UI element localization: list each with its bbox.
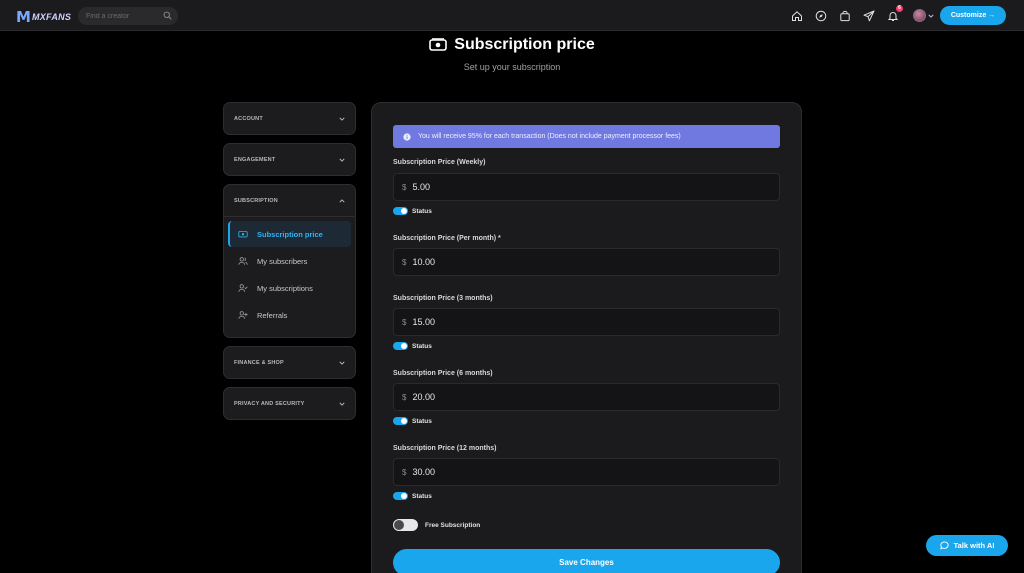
chevron-down-icon xyxy=(339,117,345,121)
three-month-status-row: Status xyxy=(393,342,432,350)
user-menu[interactable] xyxy=(913,9,934,22)
twelve-month-price-label: Subscription Price (12 months) xyxy=(393,445,497,452)
sidebar-section-header[interactable]: SUBSCRIPTION xyxy=(224,185,355,216)
search-input[interactable] xyxy=(86,12,156,20)
chevron-up-icon xyxy=(339,198,345,202)
six-month-status-toggle[interactable] xyxy=(393,417,408,425)
status-label: Status xyxy=(412,342,432,350)
users-icon xyxy=(238,257,248,265)
bag-icon[interactable] xyxy=(837,8,852,23)
price-value: 5.00 xyxy=(412,182,430,192)
subscription-price-card: You will receive 95% for each transactio… xyxy=(371,102,802,573)
sidebar-section-header[interactable]: ACCOUNT xyxy=(224,103,355,134)
currency-symbol: $ xyxy=(402,392,407,402)
talk-with-ai-label: Talk with AI xyxy=(953,541,995,550)
nav-icons: 6 xyxy=(789,0,934,31)
sidebar-section-subscription: SUBSCRIPTION Subscription price My subsc… xyxy=(223,184,356,338)
chevron-down-icon xyxy=(339,158,345,162)
sidebar-subscription-items: Subscription price My subscribers My sub… xyxy=(224,216,355,337)
weekly-status-toggle[interactable] xyxy=(393,207,408,215)
bell-icon[interactable]: 6 xyxy=(885,5,903,23)
logo-mark: M xyxy=(16,8,31,26)
currency-symbol: $ xyxy=(402,182,407,192)
page-subtitle: Set up your subscription xyxy=(463,62,561,72)
price-value: 10.00 xyxy=(412,257,435,267)
chevron-down-icon xyxy=(339,361,345,365)
sidebar-item-label: Subscription price xyxy=(257,229,323,239)
sidebar-section-finance-shop: FINANCE & SHOP xyxy=(223,346,356,379)
customize-button[interactable]: Customize → xyxy=(940,6,1006,25)
monthly-price-label: Subscription Price (Per month) * xyxy=(393,235,501,242)
sidebar-section-label: ACCOUNT xyxy=(234,115,263,122)
sidebar-section-label: FINANCE & SHOP xyxy=(234,359,284,366)
avatar[interactable] xyxy=(913,9,926,22)
monthly-price-input[interactable]: $ 10.00 xyxy=(393,248,780,276)
home-icon[interactable] xyxy=(789,8,804,23)
notification-badge: 6 xyxy=(896,5,903,12)
free-subscription-label: Free Subscription xyxy=(425,521,481,529)
price-value: 15.00 xyxy=(412,317,435,327)
status-label: Status xyxy=(412,492,432,500)
weekly-status-row: Status xyxy=(393,207,432,215)
compass-icon[interactable] xyxy=(813,8,828,23)
status-label: Status xyxy=(412,207,432,215)
sidebar-section-label: PRIVACY AND SECURITY xyxy=(234,400,305,407)
free-subscription-toggle[interactable] xyxy=(393,519,418,531)
user-check-icon xyxy=(238,284,248,292)
page-header: Subscription price Set up your subscript… xyxy=(0,36,1024,72)
status-label: Status xyxy=(412,417,432,425)
three-month-price-label: Subscription Price (3 months) xyxy=(393,295,493,302)
page-title: Subscription price xyxy=(454,36,595,53)
six-month-status-row: Status xyxy=(393,417,432,425)
free-subscription-row: Free Subscription xyxy=(393,519,480,531)
sidebar-section-label: ENGAGEMENT xyxy=(234,156,276,163)
talk-with-ai-button[interactable]: Talk with AI xyxy=(926,535,1008,556)
sidebar-section-engagement: ENGAGEMENT xyxy=(223,143,356,176)
sidebar-item-my-subscribers[interactable]: My subscribers xyxy=(228,248,351,274)
sidebar-section-label: SUBSCRIPTION xyxy=(234,197,278,204)
send-icon[interactable] xyxy=(861,8,876,23)
sidebar-section-privacy-security: PRIVACY AND SECURITY xyxy=(223,387,356,420)
chat-bubble-icon xyxy=(939,541,949,550)
price-value: 30.00 xyxy=(412,467,435,477)
twelve-month-status-toggle[interactable] xyxy=(393,492,408,500)
sidebar-item-my-subscriptions[interactable]: My subscriptions xyxy=(228,275,351,301)
info-icon xyxy=(403,132,411,141)
sidebar-item-subscription-price[interactable]: Subscription price xyxy=(228,221,351,247)
info-banner: You will receive 95% for each transactio… xyxy=(393,125,780,148)
info-text: You will receive 95% for each transactio… xyxy=(418,133,681,140)
logo-text: MXFANS xyxy=(31,12,72,22)
sidebar-item-label: My subscribers xyxy=(257,256,308,266)
sidebar-section-header[interactable]: PRIVACY AND SECURITY xyxy=(224,388,355,419)
chevron-down-icon xyxy=(339,402,345,406)
three-month-status-toggle[interactable] xyxy=(393,342,408,350)
search-box[interactable] xyxy=(78,7,178,25)
sidebar-item-referrals[interactable]: Referrals xyxy=(228,302,351,328)
user-plus-icon xyxy=(238,311,248,319)
twelve-month-price-input[interactable]: $ 30.00 xyxy=(393,458,780,486)
sidebar-item-label: Referrals xyxy=(257,310,288,320)
six-month-price-input[interactable]: $ 20.00 xyxy=(393,383,780,411)
weekly-price-input[interactable]: $ 5.00 xyxy=(393,173,780,201)
sidebar-section-header[interactable]: ENGAGEMENT xyxy=(224,144,355,175)
cash-icon xyxy=(429,38,448,51)
settings-sidebar: ACCOUNT ENGAGEMENT SUBSCRIPTION Subscrip… xyxy=(223,102,356,428)
top-bar: M MXFANS 6 Customize → xyxy=(0,0,1024,31)
currency-symbol: $ xyxy=(402,317,407,327)
cash-icon xyxy=(238,231,248,238)
search-icon[interactable] xyxy=(163,7,172,25)
brand-logo[interactable]: M MXFANS xyxy=(16,8,71,26)
sidebar-item-label: My subscriptions xyxy=(257,283,313,293)
price-value: 20.00 xyxy=(412,392,435,402)
sidebar-section-account: ACCOUNT xyxy=(223,102,356,135)
currency-symbol: $ xyxy=(402,467,407,477)
save-changes-button[interactable]: Save Changes xyxy=(393,549,780,573)
six-month-price-label: Subscription Price (6 months) xyxy=(393,370,493,377)
currency-symbol: $ xyxy=(402,257,407,267)
sidebar-section-header[interactable]: FINANCE & SHOP xyxy=(224,347,355,378)
twelve-month-status-row: Status xyxy=(393,492,432,500)
three-month-price-input[interactable]: $ 15.00 xyxy=(393,308,780,336)
weekly-price-label: Subscription Price (Weekly) xyxy=(393,159,486,166)
chevron-down-icon xyxy=(928,14,934,18)
